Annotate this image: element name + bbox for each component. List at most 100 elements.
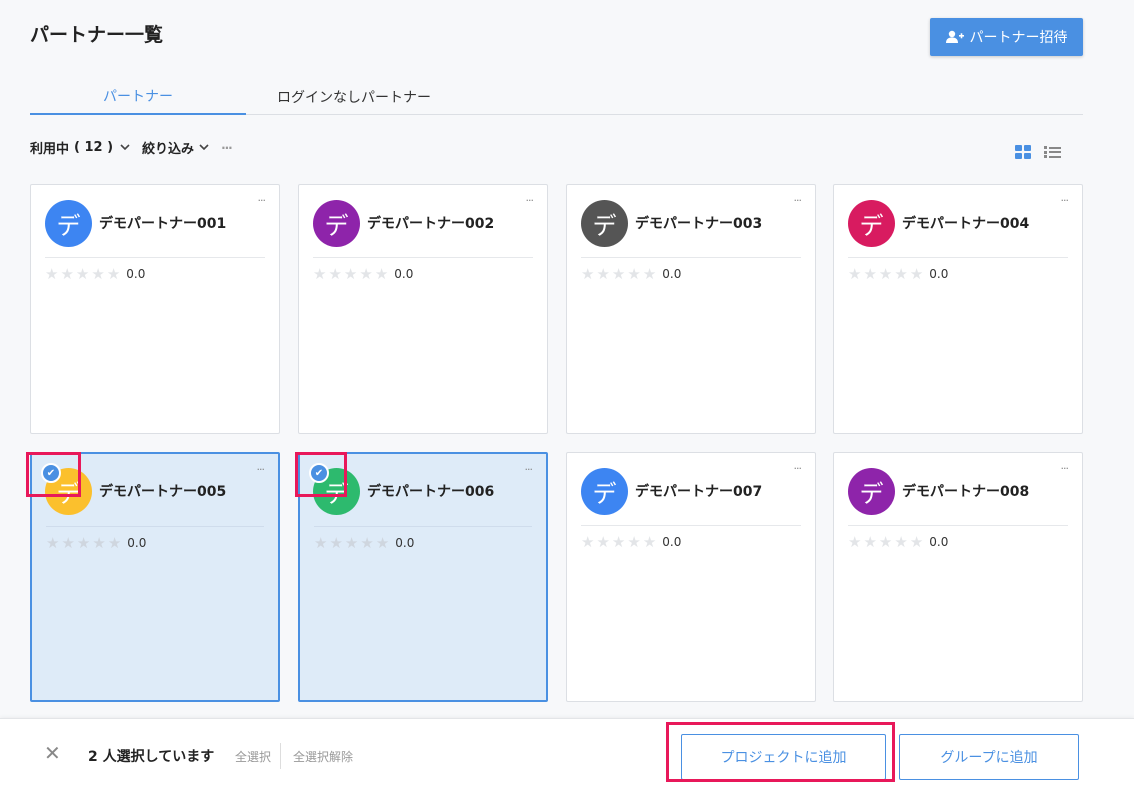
partner-card[interactable]: ··· デデモパートナー008 ★ ★ ★ ★ ★ 0.0 (833, 452, 1083, 702)
star-icon: ★ (46, 534, 60, 552)
partner-card[interactable]: ··· デデモパートナー004 ★ ★ ★ ★ ★ 0.0 (833, 184, 1083, 434)
rating-score: 0.0 (127, 536, 147, 550)
partner-name: デモパートナー001 (99, 216, 227, 232)
status-filter-dropdown[interactable]: 利用中 ( 12 ) (30, 138, 130, 157)
filter-bar: 利用中 ( 12 ) 絞り込み ··· (30, 138, 233, 157)
star-icon: ★ (627, 533, 641, 551)
star-rating: ★ ★ ★ ★ ★ 0.0 (581, 266, 681, 282)
avatar: デ (581, 200, 628, 247)
star-icon: ★ (76, 534, 91, 552)
star-icon: ★ (107, 534, 122, 552)
partner-name: デモパートナー002 (367, 216, 495, 232)
star-icon: ★ (642, 265, 657, 283)
star-icon: ★ (894, 533, 908, 551)
star-icon: ★ (91, 265, 105, 283)
more-options-icon[interactable]: ··· (1061, 463, 1069, 474)
more-options-icon[interactable]: ··· (794, 463, 802, 474)
star-rating: ★ ★ ★ ★ ★ 0.0 (848, 266, 948, 282)
rating-score: 0.0 (126, 267, 146, 281)
close-icon[interactable]: ✕ (44, 743, 61, 763)
star-icon: ★ (596, 265, 610, 283)
star-icon: ★ (92, 534, 106, 552)
star-icon: ★ (61, 534, 75, 552)
status-count: ( 12 ) (74, 140, 114, 155)
divider (848, 257, 1068, 258)
deselect-all-link[interactable]: 全選択解除 (293, 748, 353, 765)
star-icon: ★ (60, 265, 74, 283)
partner-name: デモパートナー007 (635, 484, 763, 500)
more-options-icon[interactable]: ··· (525, 464, 533, 475)
star-icon: ★ (329, 534, 343, 552)
divider (46, 526, 264, 527)
divider (581, 525, 801, 526)
rating-score: 0.0 (662, 535, 682, 549)
tab-partner[interactable]: パートナー (30, 78, 246, 115)
highlight-box (295, 452, 347, 497)
star-icon: ★ (611, 265, 626, 283)
star-icon: ★ (611, 533, 626, 551)
star-icon: ★ (328, 265, 342, 283)
star-icon: ★ (627, 265, 641, 283)
more-options-icon[interactable]: ··· (794, 195, 802, 206)
star-icon: ★ (581, 533, 595, 551)
partner-name: デモパートナー005 (99, 484, 227, 500)
add-to-group-button[interactable]: グループに追加 (899, 734, 1079, 780)
star-icon: ★ (581, 265, 595, 283)
more-options-icon[interactable]: ··· (526, 195, 534, 206)
more-options-icon[interactable]: ··· (1061, 195, 1069, 206)
star-rating: ★ ★ ★ ★ ★ 0.0 (848, 534, 948, 550)
star-icon: ★ (909, 265, 924, 283)
select-all-link[interactable]: 全選択 (235, 748, 271, 765)
selection-bar: ✕ 2 人選択しています 全選択 全選択解除 プロジェクトに追加 グループに追加 (0, 718, 1134, 786)
divider (313, 257, 533, 258)
list-view-icon[interactable] (1044, 145, 1061, 159)
star-icon: ★ (596, 533, 610, 551)
star-icon: ★ (359, 265, 373, 283)
star-rating: ★ ★ ★ ★ ★ 0.0 (314, 535, 414, 551)
avatar: デ (848, 200, 895, 247)
star-rating: ★ ★ ★ ★ ★ 0.0 (46, 535, 146, 551)
star-icon: ★ (314, 534, 328, 552)
star-icon: ★ (878, 533, 893, 551)
rating-score: 0.0 (395, 536, 415, 550)
star-icon: ★ (344, 534, 359, 552)
grid-view-icon[interactable] (1015, 145, 1031, 159)
more-options-icon[interactable]: ··· (258, 195, 266, 206)
page-title: パートナー一覧 (30, 24, 164, 46)
narrow-filter-dropdown[interactable]: 絞り込み (142, 138, 209, 157)
narrow-label: 絞り込み (142, 142, 195, 157)
partner-name: デモパートナー003 (635, 216, 763, 232)
add-user-icon (945, 30, 964, 44)
star-icon: ★ (642, 533, 657, 551)
star-icon: ★ (360, 534, 374, 552)
divider (280, 743, 281, 769)
star-icon: ★ (75, 265, 90, 283)
star-icon: ★ (313, 265, 327, 283)
partner-card[interactable]: ··· デデモパートナー007 ★ ★ ★ ★ ★ 0.0 (566, 452, 816, 702)
highlight-box (26, 452, 81, 497)
invite-partner-button[interactable]: パートナー招待 (930, 18, 1083, 56)
avatar: デ (45, 200, 92, 247)
star-icon: ★ (848, 533, 862, 551)
highlight-box (666, 722, 895, 782)
star-icon: ★ (375, 534, 390, 552)
star-icon: ★ (878, 265, 893, 283)
star-icon: ★ (863, 533, 877, 551)
partner-card[interactable]: ··· デデモパートナー002 ★ ★ ★ ★ ★ 0.0 (298, 184, 548, 434)
partner-name: デモパートナー004 (902, 216, 1030, 232)
star-icon: ★ (374, 265, 389, 283)
tab-bar: パートナー ログインなしパートナー (30, 78, 1083, 115)
chevron-down-icon (199, 142, 209, 153)
more-options-icon[interactable]: ··· (221, 141, 233, 155)
invite-partner-label: パートナー招待 (969, 30, 1068, 46)
more-options-icon[interactable]: ··· (257, 464, 265, 475)
avatar: デ (313, 200, 360, 247)
view-toggles (1015, 145, 1061, 159)
rating-score: 0.0 (929, 267, 949, 281)
star-icon: ★ (848, 265, 862, 283)
partner-card[interactable]: ··· デデモパートナー003 ★ ★ ★ ★ ★ 0.0 (566, 184, 816, 434)
partner-card[interactable]: ··· デデモパートナー001 ★ ★ ★ ★ ★ 0.0 (30, 184, 280, 434)
avatar: デ (848, 468, 895, 515)
tab-no-login-partner[interactable]: ログインなしパートナー (246, 78, 462, 115)
divider (848, 525, 1068, 526)
